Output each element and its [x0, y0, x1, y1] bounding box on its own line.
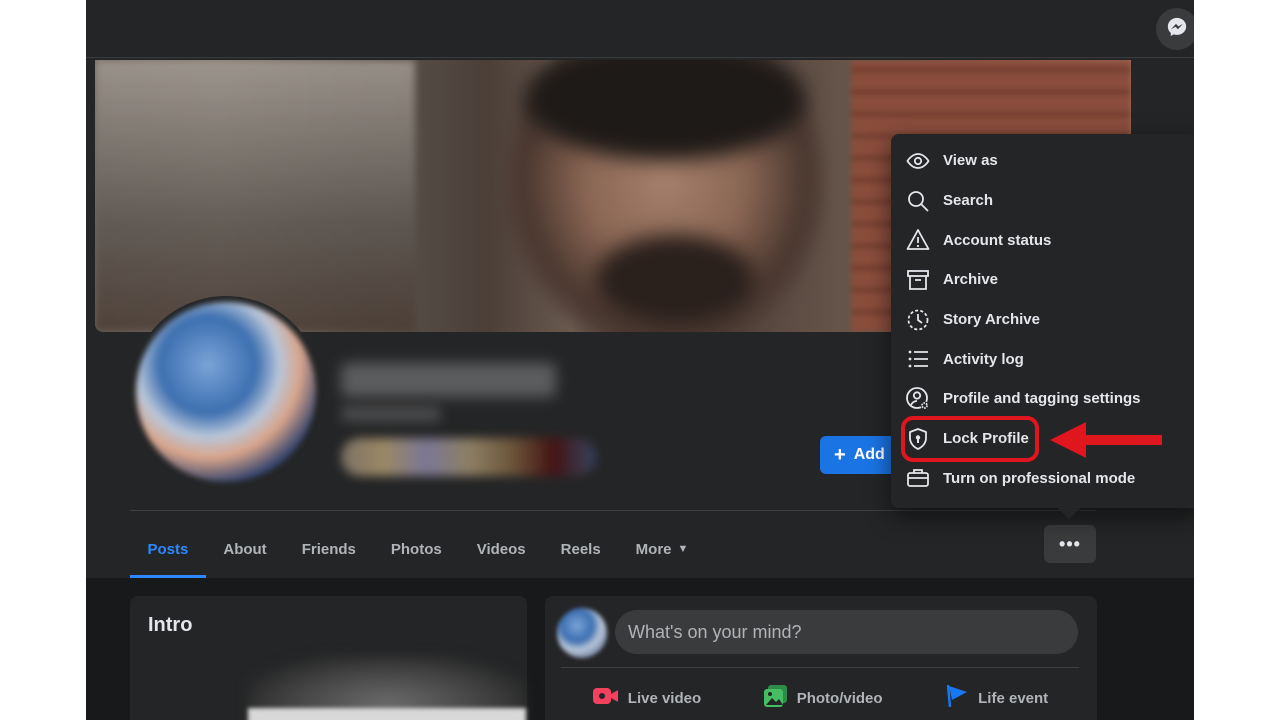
avatar — [136, 302, 316, 482]
menu-item-story-archive[interactable]: Story Archive — [891, 300, 1194, 340]
menu-item-archive[interactable]: Archive — [891, 260, 1194, 300]
composer-avatar[interactable] — [557, 608, 607, 658]
annotation-highlight-box — [901, 416, 1039, 462]
search-icon — [905, 188, 931, 214]
caret-down-icon: ▼ — [677, 543, 689, 555]
whats-on-your-mind-input[interactable]: What's on your mind? — [615, 610, 1078, 654]
eye-icon — [905, 148, 931, 174]
menu-item-label: Activity log — [943, 350, 1024, 368]
menu-item-search[interactable]: Search — [891, 181, 1194, 221]
facebook-profile-page: + Add Posts About Friends Photos Videos … — [86, 0, 1194, 720]
menu-item-label: Account status — [943, 231, 1052, 249]
life-event-button[interactable]: Life event — [944, 678, 1048, 718]
tab-label: About — [223, 540, 267, 558]
intro-image-blurred — [248, 708, 526, 720]
tab-label: Friends — [301, 540, 356, 558]
tab-label: Reels — [560, 540, 601, 558]
friend-count-blurred — [341, 406, 441, 422]
composer-divider — [561, 667, 1079, 668]
tab-label: Photos — [390, 540, 442, 558]
menu-item-label: Profile and tagging settings — [943, 390, 1141, 408]
tab-label: More — [635, 540, 672, 558]
photo-video-label: Photo/video — [796, 689, 883, 707]
menu-item-label: Search — [943, 192, 994, 210]
tab-posts[interactable]: Posts — [130, 520, 206, 578]
annotation-arrow-icon — [1050, 422, 1162, 458]
menu-item-account-status[interactable]: Account status — [891, 220, 1194, 260]
live-video-icon — [592, 685, 620, 711]
list-icon — [905, 346, 931, 372]
tab-about[interactable]: About — [206, 520, 284, 578]
top-navigation-bar — [86, 0, 1194, 58]
archive-icon — [905, 267, 931, 293]
cover-beard — [595, 235, 755, 325]
user-settings-icon — [905, 386, 931, 412]
menu-item-profile-tagging-settings[interactable]: Profile and tagging settings — [891, 379, 1194, 419]
photo-video-button[interactable]: Photo/video — [763, 678, 883, 718]
post-composer: What's on your mind? Live video Photo/vi… — [545, 596, 1097, 720]
live-video-button[interactable]: Live video — [592, 678, 701, 718]
clock-icon — [905, 307, 931, 333]
menu-item-label: Story Archive — [943, 311, 1040, 329]
profile-tabs: Posts About Friends Photos Videos Reels … — [130, 520, 706, 578]
tab-photos[interactable]: Photos — [373, 520, 459, 578]
composer-actions: Live video Photo/video Life event — [561, 678, 1079, 718]
tab-friends[interactable]: Friends — [284, 520, 373, 578]
messenger-icon — [1166, 16, 1188, 43]
header-divider — [130, 510, 1096, 511]
briefcase-icon — [905, 465, 931, 491]
menu-item-label: View as — [943, 152, 998, 170]
warning-icon — [905, 227, 931, 253]
photo-icon — [763, 684, 789, 712]
plus-icon: + — [834, 444, 846, 466]
menu-item-label: Turn on professional mode — [943, 469, 1136, 487]
tab-label: Posts — [147, 540, 189, 558]
menu-item-professional-mode[interactable]: Turn on professional mode — [891, 459, 1194, 499]
add-button-label: Add — [853, 446, 885, 463]
friend-avatars-blurred[interactable] — [341, 438, 596, 476]
profile-name-blurred — [341, 363, 556, 397]
intro-card: Intro — [130, 596, 527, 720]
cover-background-left — [95, 60, 415, 332]
live-video-label: Live video — [627, 689, 702, 707]
more-options-button[interactable]: ••• — [1044, 525, 1096, 563]
life-event-label: Life event — [978, 689, 1049, 707]
tab-label: Videos — [476, 540, 526, 558]
menu-item-view-as[interactable]: View as — [891, 141, 1194, 181]
profile-picture[interactable] — [130, 296, 322, 488]
flag-icon — [944, 683, 970, 713]
tab-reels[interactable]: Reels — [543, 520, 618, 578]
more-options-label: ••• — [1059, 533, 1081, 554]
messenger-button[interactable] — [1156, 8, 1194, 50]
intro-title: Intro — [148, 614, 193, 636]
tab-videos[interactable]: Videos — [459, 520, 543, 578]
menu-item-label: Archive — [943, 271, 999, 289]
tab-more[interactable]: More ▼ — [618, 520, 706, 578]
menu-item-activity-log[interactable]: Activity log — [891, 339, 1194, 379]
